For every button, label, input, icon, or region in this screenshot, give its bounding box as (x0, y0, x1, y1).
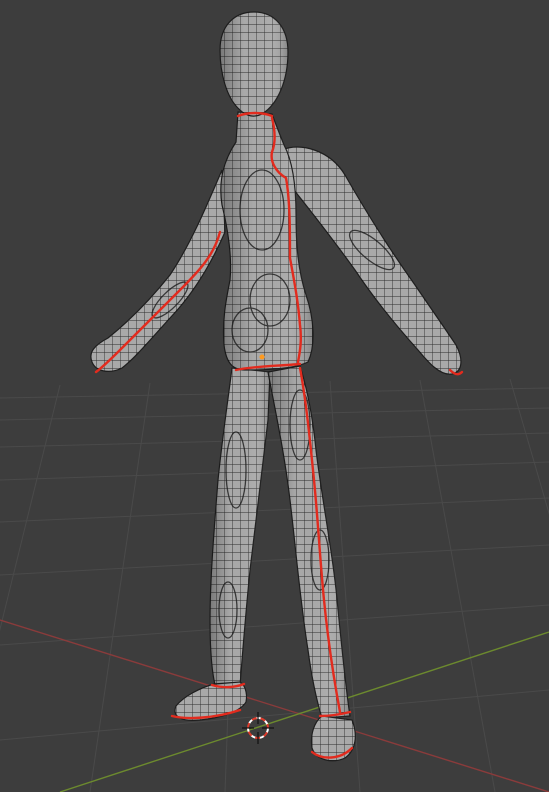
viewport-canvas[interactable] (0, 0, 549, 792)
selected-vertex[interactable] (259, 354, 265, 360)
floor-grid (0, 378, 549, 792)
left-foot[interactable] (174, 681, 248, 721)
3d-viewport[interactable] (0, 0, 549, 792)
right-foot[interactable] (310, 715, 356, 762)
x-axis-line (0, 619, 549, 792)
left-arm[interactable] (90, 169, 226, 372)
3d-cursor-icon[interactable] (242, 712, 274, 744)
y-axis-line (59, 631, 549, 792)
